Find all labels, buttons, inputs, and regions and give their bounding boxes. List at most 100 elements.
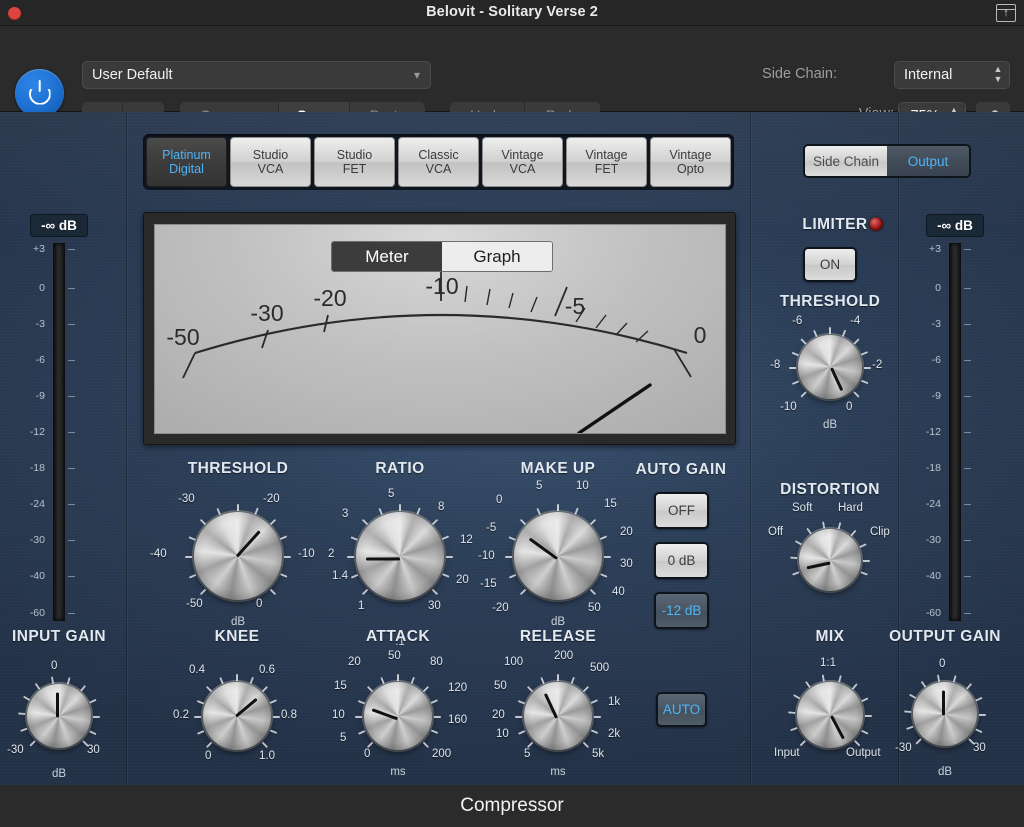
threshold-label: THRESHOLD bbox=[148, 460, 328, 478]
attack-knob[interactable] bbox=[364, 682, 432, 750]
model-tab-studio-vca[interactable]: Studio VCA bbox=[230, 137, 311, 187]
input-level-readout: -∞ dB bbox=[30, 214, 88, 237]
output-scale-label: -60 bbox=[905, 607, 941, 619]
model-tab-line2: VCA bbox=[426, 162, 452, 177]
toolbar: User Default ▾ ‹ › Compare Copy Paste Un… bbox=[0, 26, 1024, 112]
attack-value-label: 200 bbox=[432, 748, 451, 760]
limiter-threshold-knob[interactable] bbox=[798, 335, 862, 399]
knee-value-label: 1.0 bbox=[259, 750, 275, 762]
input-scale-label: -40 bbox=[9, 570, 45, 582]
attack-knob-body[interactable] bbox=[364, 682, 432, 750]
mix-knob[interactable] bbox=[797, 682, 863, 748]
output-gain-label: OUTPUT GAIN bbox=[855, 628, 1024, 646]
input-scale-mark bbox=[68, 468, 75, 469]
auto-gain-option-2[interactable]: 0 dB bbox=[654, 542, 709, 579]
limiter-threshold-value-label: -6 bbox=[792, 315, 802, 327]
ratio-value-label: 1.4 bbox=[332, 570, 348, 582]
sidechain-label: Side Chain: bbox=[762, 66, 837, 82]
model-tab-studio-fet[interactable]: Studio FET bbox=[314, 137, 395, 187]
output-scale-mark bbox=[964, 396, 971, 397]
release-value-label: 500 bbox=[590, 662, 609, 674]
divider-left bbox=[126, 112, 127, 785]
knee-value-label: 0.4 bbox=[189, 664, 205, 676]
makeup-knob[interactable] bbox=[514, 512, 602, 600]
output-level-meter[interactable] bbox=[949, 243, 961, 621]
output-scale-label: -30 bbox=[905, 534, 941, 546]
ratio-knob-body[interactable] bbox=[356, 512, 444, 600]
chevron-down-icon: ▾ bbox=[414, 62, 420, 88]
input-gain-knob-body[interactable] bbox=[27, 684, 91, 748]
knee-knob-pointer bbox=[235, 698, 257, 717]
input-scale-mark bbox=[68, 504, 75, 505]
model-tab-vintage-opto[interactable]: Vintage Opto bbox=[650, 137, 731, 187]
input-level-meter[interactable] bbox=[53, 243, 65, 621]
plugin-name: Compressor bbox=[460, 795, 563, 817]
release-value-label: 20 bbox=[492, 709, 505, 721]
makeup-value-label: 5 bbox=[536, 480, 542, 492]
knee-value-label: 0.2 bbox=[173, 709, 189, 721]
tab-side-chain[interactable]: Side Chain bbox=[805, 146, 887, 176]
release-knob[interactable] bbox=[524, 682, 592, 750]
ratio-knob[interactable] bbox=[356, 512, 444, 600]
output-scale-mark bbox=[964, 468, 971, 469]
output-gain-unit: dB bbox=[925, 766, 965, 778]
auto-gain-option-1[interactable]: OFF bbox=[654, 492, 709, 529]
tab-output[interactable]: Output bbox=[887, 146, 969, 176]
input-scale-mark bbox=[68, 324, 75, 325]
export-icon[interactable] bbox=[996, 4, 1016, 22]
threshold-value-label: -30 bbox=[178, 493, 195, 505]
meter-graph-toggle: Meter Graph bbox=[331, 241, 553, 272]
input-scale-mark bbox=[68, 396, 75, 397]
distortion-knob-body[interactable] bbox=[799, 529, 861, 591]
output-scale-label: -3 bbox=[905, 318, 941, 330]
threshold-knob-body[interactable] bbox=[194, 512, 282, 600]
tab-meter[interactable]: Meter bbox=[332, 242, 442, 271]
output-gain-knob-body[interactable] bbox=[913, 682, 977, 746]
preset-value: User Default bbox=[92, 67, 173, 83]
input-gain-knob[interactable] bbox=[27, 684, 91, 748]
attack-unit: ms bbox=[378, 766, 418, 778]
mix-value-label: Input bbox=[774, 747, 800, 759]
output-scale-label: 0 bbox=[905, 282, 941, 294]
mix-knob-body[interactable] bbox=[797, 682, 863, 748]
attack-value-label: 160 bbox=[448, 714, 467, 726]
makeup-unit: dB bbox=[538, 616, 578, 628]
threshold-knob[interactable] bbox=[194, 512, 282, 600]
distortion-knob[interactable] bbox=[799, 529, 861, 591]
threshold-unit: dB bbox=[218, 616, 258, 628]
release-value-label: 50 bbox=[494, 680, 507, 692]
model-tab-platinum-digital[interactable]: Platinum Digital bbox=[146, 137, 227, 187]
power-button[interactable] bbox=[15, 69, 64, 118]
distortion-label: DISTORTION bbox=[740, 481, 920, 499]
model-tab-classic-vca[interactable]: Classic VCA bbox=[398, 137, 479, 187]
model-tab-vintage-vca[interactable]: Vintage VCA bbox=[482, 137, 563, 187]
divider-right bbox=[750, 112, 751, 785]
sidechain-select[interactable]: Internal ▲▼ bbox=[894, 61, 1010, 89]
output-scale-mark bbox=[964, 540, 971, 541]
svg-text:-10: -10 bbox=[425, 273, 458, 299]
limiter-threshold-knob-body[interactable] bbox=[798, 335, 862, 399]
ratio-knob-pointer bbox=[366, 558, 400, 561]
plugin-window: Belovit - Solitary Verse 2 User Default … bbox=[0, 0, 1024, 827]
distortion-value-label: Soft bbox=[792, 502, 812, 514]
input-scale-label: -3 bbox=[9, 318, 45, 330]
model-tab-line1: Platinum bbox=[162, 148, 211, 163]
model-tab-vintage-fet[interactable]: Vintage FET bbox=[566, 137, 647, 187]
tab-graph[interactable]: Graph bbox=[442, 242, 552, 271]
auto-button[interactable]: AUTO bbox=[656, 692, 707, 727]
output-gain-knob[interactable] bbox=[913, 682, 977, 746]
knee-knob-body[interactable] bbox=[203, 682, 271, 750]
makeup-knob-body[interactable] bbox=[514, 512, 602, 600]
makeup-value-label: -20 bbox=[492, 602, 509, 614]
model-tab-line2: VCA bbox=[510, 162, 536, 177]
release-knob-body[interactable] bbox=[524, 682, 592, 750]
preset-select[interactable]: User Default ▾ bbox=[82, 61, 431, 89]
ratio-value-label: 5 bbox=[388, 488, 394, 500]
makeup-value-label: -10 bbox=[478, 550, 495, 562]
limiter-on-button[interactable]: ON bbox=[803, 247, 857, 282]
knee-knob[interactable] bbox=[203, 682, 271, 750]
limiter-threshold-value-label: -8 bbox=[770, 359, 780, 371]
auto-gain-option-3[interactable]: -12 dB bbox=[654, 592, 709, 629]
svg-text:-30: -30 bbox=[250, 300, 283, 326]
stepper-arrows-icon: ▲▼ bbox=[993, 64, 1003, 86]
